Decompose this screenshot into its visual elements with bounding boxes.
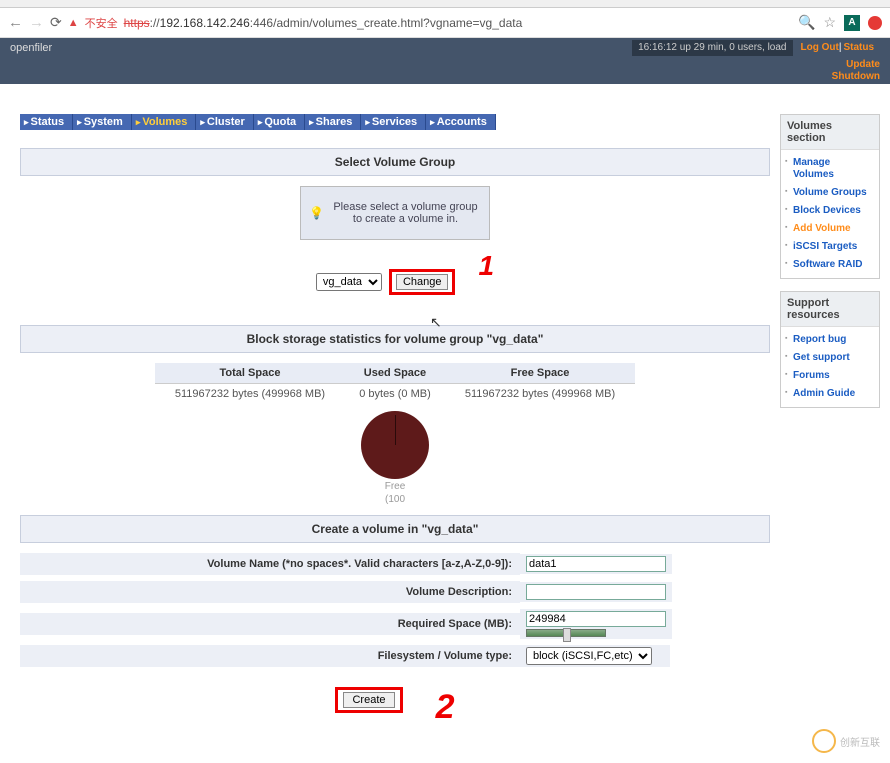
required-space-label: Required Space (MB):: [20, 613, 520, 635]
space-slider[interactable]: [526, 629, 606, 637]
volume-name-label: Volume Name (*no spaces*. Valid characte…: [20, 553, 520, 575]
sidebar-item-forums[interactable]: Forums: [785, 367, 875, 385]
tab-services[interactable]: ▸Services: [361, 114, 426, 130]
sidebar-sup-head: Support resources: [781, 292, 879, 327]
change-button[interactable]: Change: [396, 274, 449, 290]
update-link[interactable]: Update: [846, 59, 880, 70]
info-text: Please select a volume group to create a…: [330, 201, 481, 225]
not-secure-label: 不安全: [85, 15, 118, 31]
shutdown-link[interactable]: Shutdown: [832, 71, 880, 82]
sidebar-item-volume-groups[interactable]: Volume Groups: [785, 184, 875, 202]
sidebar-item-block-devices[interactable]: Block Devices: [785, 202, 875, 220]
info-box: 💡 Please select a volume group to create…: [300, 186, 490, 240]
annotation-1: 1: [479, 250, 495, 282]
create-button[interactable]: Create: [343, 692, 394, 708]
volume-desc-input[interactable]: [526, 584, 666, 600]
volume-desc-label: Volume Description:: [20, 581, 520, 603]
extension-red-icon[interactable]: [868, 16, 882, 30]
required-space-input[interactable]: [526, 611, 666, 627]
sidebar-item-iscsi-targets[interactable]: iSCSI Targets: [785, 238, 875, 256]
tab-quota[interactable]: ▸Quota: [254, 114, 305, 130]
app-header: openfiler 16:16:12 up 29 min, 0 users, l…: [0, 38, 890, 58]
cursor-icon: ↖: [430, 314, 442, 330]
sidebar-item-report-bug[interactable]: Report bug: [785, 331, 875, 349]
logout-link[interactable]: Log Out: [801, 42, 839, 53]
sidebar-item-manage-volumes[interactable]: Manage Volumes: [785, 154, 875, 184]
tab-shares[interactable]: ▸Shares: [305, 114, 361, 130]
volume-name-input[interactable]: [526, 556, 666, 572]
sidebar-item-add-volume[interactable]: Add Volume: [785, 220, 875, 238]
stats-table: Total Space Used Space Free Space 511967…: [155, 363, 635, 404]
sidebar-vol-head: Volumes section: [781, 115, 879, 150]
watermark-icon: [812, 729, 836, 753]
extension-badge[interactable]: A: [844, 15, 860, 31]
select-vg-heading: Select Volume Group: [20, 148, 770, 176]
status-link[interactable]: Status: [843, 42, 874, 53]
search-icon[interactable]: 🔍: [798, 14, 815, 31]
col-total: Total Space: [155, 363, 345, 384]
vg-select[interactable]: vg_data: [316, 273, 382, 291]
tab-accounts[interactable]: ▸Accounts: [426, 114, 496, 130]
bookmark-icon[interactable]: ☆: [823, 14, 836, 31]
sidebar-volumes-section: Volumes section Manage Volumes Volume Gr…: [780, 114, 880, 279]
browser-address-bar: ← → ⟳ ▲ 不安全 https://192.168.142.246:446/…: [0, 8, 890, 38]
nav-back-icon[interactable]: ←: [8, 14, 23, 31]
pie-chart: [361, 411, 429, 479]
main-tabs: ▸Status ▸System ▸Volumes ▸Cluster ▸Quota…: [20, 114, 770, 130]
bulb-icon: 💡: [309, 206, 324, 220]
col-used: Used Space: [345, 363, 445, 384]
tab-cluster[interactable]: ▸Cluster: [196, 114, 253, 130]
stats-heading: Block storage statistics for volume grou…: [20, 325, 770, 353]
url-field[interactable]: https://192.168.142.246:446/admin/volume…: [124, 16, 792, 30]
reload-icon[interactable]: ⟳: [50, 14, 62, 31]
warning-icon: ▲: [68, 17, 79, 29]
watermark: 创新互联: [812, 729, 880, 753]
tab-status[interactable]: ▸Status: [20, 114, 73, 130]
fs-type-label: Filesystem / Volume type:: [20, 645, 520, 667]
create-heading: Create a volume in "vg_data": [20, 515, 770, 543]
uptime-text: 16:16:12 up 29 min, 0 users, load: [632, 40, 792, 56]
pie-label: Free: [20, 481, 770, 492]
annotation-2: 2: [436, 688, 455, 727]
tab-volumes[interactable]: ▸Volumes: [132, 114, 197, 130]
table-row: 511967232 bytes (499968 MB) 0 bytes (0 M…: [155, 384, 635, 405]
sidebar-item-admin-guide[interactable]: Admin Guide: [785, 385, 875, 403]
sidebar-item-software-raid[interactable]: Software RAID: [785, 256, 875, 274]
nav-forward-icon: →: [29, 14, 44, 31]
logo: openfiler: [10, 42, 52, 54]
col-free: Free Space: [445, 363, 635, 384]
sidebar-support-section: Support resources Report bug Get support…: [780, 291, 880, 408]
fs-type-select[interactable]: block (iSCSI,FC,etc): [526, 647, 652, 665]
tab-system[interactable]: ▸System: [73, 114, 132, 130]
pie-pct: (100: [20, 494, 770, 505]
sidebar-item-get-support[interactable]: Get support: [785, 349, 875, 367]
